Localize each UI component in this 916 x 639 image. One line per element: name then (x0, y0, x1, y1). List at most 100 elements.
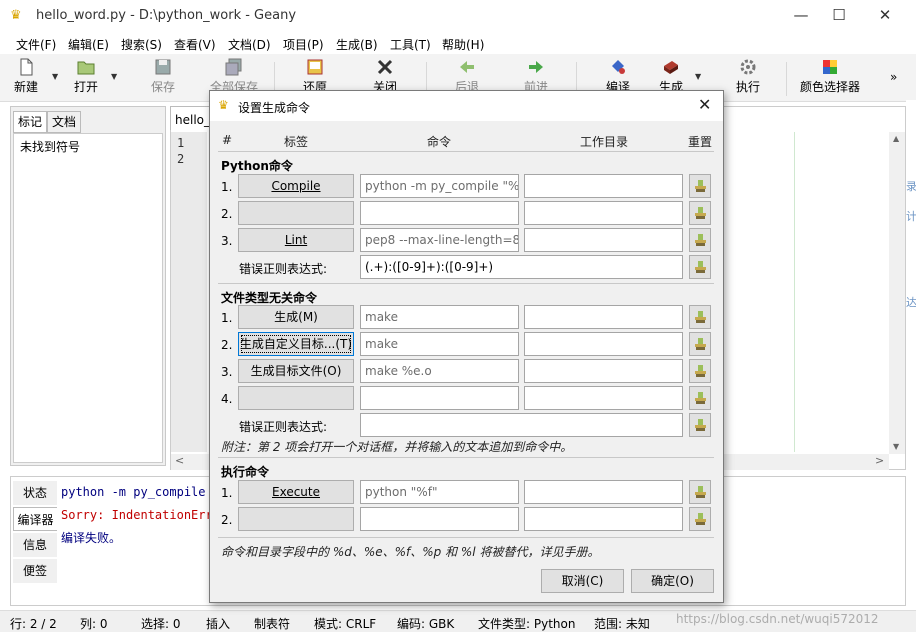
tab-scribble[interactable]: 便签 (13, 559, 57, 583)
edge-fragment: 达 (906, 296, 916, 309)
menu-edit[interactable]: 编辑(E) (68, 36, 109, 53)
tab-symbols[interactable]: 标记 (13, 111, 48, 133)
reset-button[interactable] (689, 228, 711, 252)
reset-button[interactable] (689, 480, 711, 504)
new-file-icon (20, 58, 33, 76)
dialog-close-button[interactable]: ✕ (698, 95, 711, 114)
execute-button[interactable]: 执行 (736, 58, 760, 95)
compile-icon (612, 60, 625, 74)
tab-documents[interactable]: 文档 (47, 111, 82, 133)
python-label-button-3[interactable]: Lint (238, 228, 354, 252)
exec-label-button-2[interactable] (238, 507, 354, 531)
new-button[interactable]: 新建 (14, 58, 38, 95)
clear-broom-icon (695, 261, 706, 273)
independent-label-button-4[interactable] (238, 386, 354, 410)
edge-fragment: 计 (906, 210, 916, 223)
tab-compiler[interactable]: 编译器 (13, 507, 57, 531)
ok-button[interactable]: 确定(O) (631, 569, 714, 593)
independent-label-button-1[interactable]: 生成(M) (238, 305, 354, 329)
reset-button[interactable] (689, 386, 711, 410)
build-dropdown-arrow-icon[interactable]: ▼ (695, 72, 701, 81)
execute-label: 执行 (736, 80, 761, 94)
save-button[interactable]: 保存 (151, 58, 175, 95)
scroll-right-icon[interactable]: > (875, 454, 884, 467)
python-regex-label: 错误正则表达式: (239, 262, 328, 276)
exec-workdir-field-1[interactable] (524, 480, 683, 504)
scroll-left-icon[interactable]: < (175, 454, 184, 467)
line-number: 1 (177, 136, 185, 150)
independent-workdir-field-1[interactable] (524, 305, 683, 329)
maximize-button[interactable]: ☐ (816, 0, 862, 32)
exec-label-button-1[interactable]: Execute (238, 480, 354, 504)
scroll-up-icon[interactable]: ▲ (893, 134, 899, 143)
python-workdir-field-2[interactable] (524, 201, 683, 225)
python-command-field-2[interactable] (360, 201, 519, 225)
compiler-output-line[interactable]: python -m py_compile (61, 485, 206, 499)
toolbar-separator (786, 62, 787, 96)
exec-command-field-1[interactable]: python "%f" (360, 480, 519, 504)
geany-app-icon: ♛ (218, 98, 229, 112)
compiler-error-line[interactable]: Sorry: IndentationErr (61, 508, 213, 522)
window-title: hello_word.py - D:\python_work - Geany (36, 8, 297, 23)
close-button[interactable]: ✕ (862, 0, 908, 32)
divider (218, 151, 714, 152)
independent-regex-field[interactable] (360, 413, 683, 437)
open-dropdown-arrow-icon[interactable]: ▼ (111, 72, 117, 81)
menu-search[interactable]: 搜索(S) (121, 36, 162, 53)
clear-broom-icon (695, 365, 706, 377)
menu-build[interactable]: 生成(B) (336, 36, 378, 53)
toolbar-overflow-button[interactable]: » (890, 70, 897, 84)
independent-command-field-2[interactable]: make (360, 332, 519, 356)
color-picker-button[interactable]: 颜色选择器 (800, 58, 860, 95)
header-reset: 重置 (688, 135, 713, 149)
tab-status[interactable]: 状态 (13, 481, 57, 505)
reset-button[interactable] (689, 359, 711, 383)
independent-workdir-field-3[interactable] (524, 359, 683, 383)
menu-tools[interactable]: 工具(T) (390, 36, 431, 53)
python-command-field-3[interactable]: pep8 --max-line-length=80 (360, 228, 519, 252)
menu-file[interactable]: 文件(F) (16, 36, 56, 53)
menu-project[interactable]: 项目(P) (283, 36, 324, 53)
reset-button[interactable] (689, 255, 711, 279)
reset-button[interactable] (689, 413, 711, 437)
clear-broom-icon (695, 419, 706, 431)
menu-document[interactable]: 文档(D) (228, 36, 271, 53)
compiler-result-line[interactable]: 编译失败。 (61, 529, 121, 546)
independent-command-field-4[interactable] (360, 386, 519, 410)
header-workdir: 工作目录 (580, 135, 629, 149)
back-arrow-icon (460, 61, 474, 73)
reset-button[interactable] (689, 174, 711, 198)
vertical-scrollbar[interactable]: ▲ ▼ (889, 132, 905, 454)
reset-button[interactable] (689, 201, 711, 225)
reset-button[interactable] (689, 507, 711, 531)
watermark: https://blog.csdn.net/wuqi572012 (676, 612, 879, 626)
new-label: 新建 (14, 80, 39, 94)
exec-workdir-field-2[interactable] (524, 507, 683, 531)
menu-view[interactable]: 查看(V) (174, 36, 216, 53)
reset-button[interactable] (689, 305, 711, 329)
exec-command-field-2[interactable] (360, 507, 519, 531)
python-label-button-2[interactable] (238, 201, 354, 225)
python-command-field-1[interactable]: python -m py_compile "%f" (360, 174, 519, 198)
background-window-edge: 录 计 达 (906, 100, 916, 470)
menu-help[interactable]: 帮助(H) (442, 36, 484, 53)
scroll-down-icon[interactable]: ▼ (893, 442, 899, 451)
independent-command-field-1[interactable]: make (360, 305, 519, 329)
header-num: # (222, 133, 233, 147)
independent-label-button-3[interactable]: 生成目标文件(O) (238, 359, 354, 383)
new-dropdown-arrow-icon[interactable]: ▼ (52, 72, 58, 81)
python-regex-field[interactable]: (.+):([0-9]+):([0-9]+) (360, 255, 683, 279)
title-bar: ♛ hello_word.py - D:\python_work - Geany… (0, 0, 916, 32)
python-workdir-field-3[interactable] (524, 228, 683, 252)
independent-label-button-2[interactable]: 生成自定义目标...(T) (238, 332, 354, 356)
independent-command-field-3[interactable]: make %e.o (360, 359, 519, 383)
reset-button[interactable] (689, 332, 711, 356)
cancel-button[interactable]: 取消(C) (541, 569, 624, 593)
independent-workdir-field-4[interactable] (524, 386, 683, 410)
python-label-button-1[interactable]: Compile (238, 174, 354, 198)
independent-workdir-field-2[interactable] (524, 332, 683, 356)
status-selection: 选择: 0 (141, 617, 181, 631)
tab-messages[interactable]: 信息 (13, 533, 57, 557)
open-button[interactable]: 打开 (74, 58, 98, 95)
python-workdir-field-1[interactable] (524, 174, 683, 198)
